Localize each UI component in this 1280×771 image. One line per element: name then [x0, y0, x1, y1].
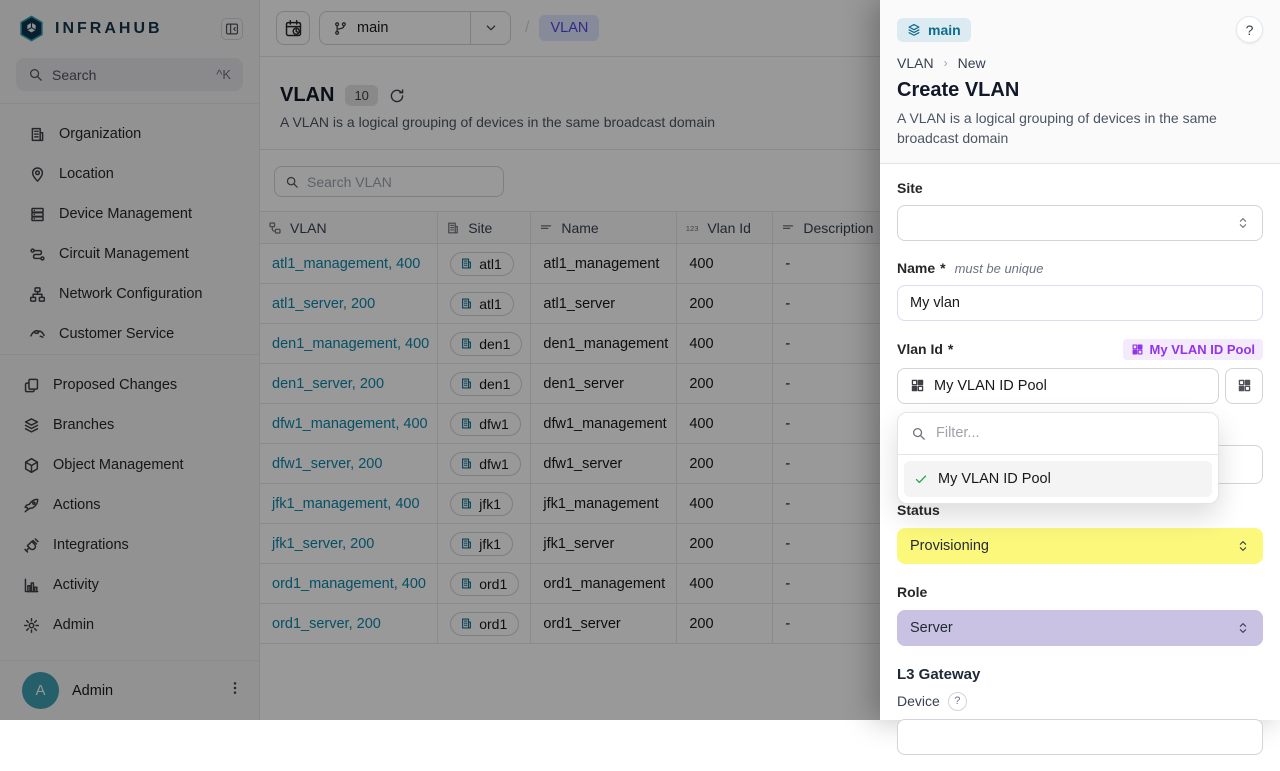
dropdown-filter-input[interactable]: Filter...: [898, 413, 1218, 455]
required-asterisk: *: [940, 260, 945, 276]
pool-grid-icon: [910, 378, 925, 393]
vlan-id-pool-badge[interactable]: My VLAN ID Pool: [1123, 339, 1263, 360]
drawer-breadcrumb: VLAN › New: [897, 55, 1263, 71]
required-asterisk: *: [948, 341, 953, 357]
drawer-breadcrumb-parent[interactable]: VLAN: [897, 55, 934, 71]
role-select[interactable]: Server: [897, 610, 1263, 646]
pool-grid-icon: [1131, 343, 1144, 356]
dropdown-options: My VLAN ID Pool: [898, 455, 1218, 503]
drawer-branch-badge[interactable]: main: [897, 18, 971, 42]
name-input-value: My vlan: [910, 295, 960, 311]
l3-gateway-label: L3 Gateway: [897, 666, 1263, 683]
dropdown-option[interactable]: My VLAN ID Pool: [904, 461, 1212, 497]
role-label: Role: [897, 584, 1263, 600]
chevron-up-down-icon: [1236, 539, 1250, 553]
name-hint: must be unique: [955, 261, 1044, 276]
pool-picker-button[interactable]: [1225, 368, 1263, 404]
device-label: Device: [897, 693, 940, 709]
site-label: Site: [897, 180, 1263, 196]
drawer-branch-name: main: [928, 22, 961, 38]
help-button[interactable]: ?: [1236, 16, 1263, 43]
role-value: Server: [910, 620, 953, 636]
drawer-header: main ? VLAN › New Create VLAN A VLAN is …: [880, 0, 1280, 164]
pool-dropdown: Filter... My VLAN ID Pool: [897, 412, 1219, 504]
drawer-description: A VLAN is a logical grouping of devices …: [897, 108, 1227, 149]
status-select[interactable]: Provisioning: [897, 528, 1263, 564]
name-input[interactable]: My vlan: [897, 285, 1263, 321]
device-help-icon[interactable]: ?: [948, 692, 967, 711]
drawer-breadcrumb-current: New: [958, 55, 986, 71]
create-vlan-form: Site Name * must be unique My vlan Vlan …: [880, 164, 1280, 771]
drawer-title: Create VLAN: [897, 79, 1263, 102]
pool-grid-icon: [1237, 378, 1252, 393]
search-icon: [911, 426, 926, 441]
status-value: Provisioning: [910, 538, 989, 554]
check-icon: [914, 472, 928, 486]
vlan-id-label: Vlan Id: [897, 341, 943, 357]
layers-icon: [907, 23, 921, 37]
dropdown-filter-placeholder: Filter...: [936, 425, 980, 441]
chevron-up-down-icon: [1236, 216, 1250, 230]
site-select[interactable]: [897, 205, 1263, 241]
create-vlan-drawer: main ? VLAN › New Create VLAN A VLAN is …: [880, 0, 1280, 720]
pool-badge-label: My VLAN ID Pool: [1150, 342, 1255, 357]
device-input[interactable]: [897, 719, 1263, 755]
name-label: Name: [897, 260, 935, 276]
status-label: Status: [897, 502, 1263, 518]
chevron-up-down-icon: [1236, 621, 1250, 635]
vlan-id-input-value: My VLAN ID Pool: [934, 378, 1047, 394]
vlan-id-input[interactable]: My VLAN ID Pool: [897, 368, 1219, 404]
